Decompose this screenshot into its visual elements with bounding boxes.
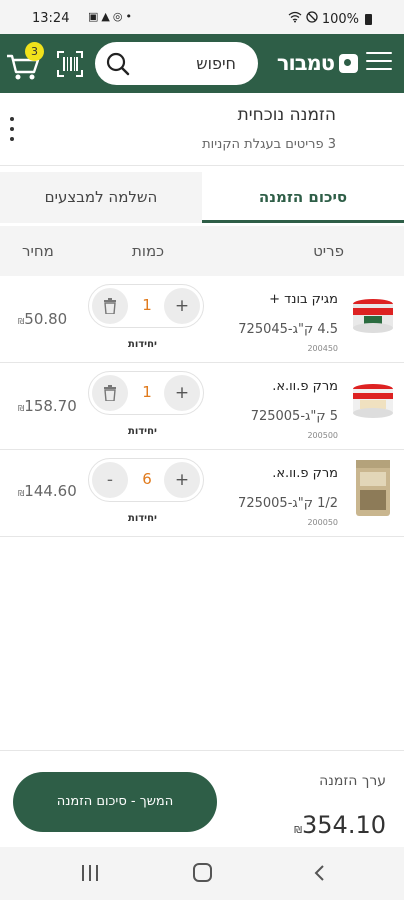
table-row: מרק פ.וו.א. 5 ק"ג-725005 200500 + 1 יחיד… bbox=[0, 363, 404, 450]
order-subtitle: 3 פריטים בעגלת הקניות bbox=[202, 137, 336, 152]
back-icon[interactable] bbox=[310, 863, 330, 883]
home-icon[interactable] bbox=[193, 863, 212, 882]
status-right: 100% bbox=[288, 11, 372, 27]
system-nav-bar bbox=[0, 847, 404, 900]
product-image[interactable] bbox=[350, 379, 396, 423]
table-header: פריט כמות מחיר bbox=[0, 226, 404, 276]
search-placeholder: חיפוש bbox=[196, 54, 236, 73]
table-row: מרק פ.וו.א. 1/2 ק"ג-725005 200050 + 6 - … bbox=[0, 450, 404, 537]
increase-button[interactable]: + bbox=[164, 375, 200, 411]
product-code: 200500 bbox=[307, 431, 338, 440]
column-header-price: מחיר bbox=[22, 242, 54, 260]
search-icon bbox=[106, 52, 130, 76]
quantity-stepper: + 1 bbox=[88, 284, 204, 328]
price-amount: 144.60 bbox=[24, 482, 77, 500]
status-time: 13:24 bbox=[32, 11, 70, 26]
logo[interactable]: טמבור bbox=[277, 51, 358, 75]
dnd-icon bbox=[306, 11, 318, 27]
table-row: מגיק בונד + 4.5 ק"ג-725045 200450 + 1 יח… bbox=[0, 276, 404, 363]
unit-label: יחידות bbox=[128, 426, 157, 437]
wifi-icon bbox=[288, 11, 302, 27]
price-value: ₪50.80 bbox=[18, 310, 67, 328]
quantity-value[interactable]: 6 bbox=[137, 470, 157, 488]
currency-symbol: ₪ bbox=[294, 825, 303, 836]
more-options-icon[interactable] bbox=[8, 117, 16, 143]
increase-button[interactable]: + bbox=[164, 288, 200, 324]
order-title: הזמנה נוכחית bbox=[237, 105, 336, 125]
price-value: ₪144.60 bbox=[18, 482, 77, 500]
product-name: מגיק בונד + bbox=[269, 292, 338, 307]
column-header-item: פריט bbox=[313, 242, 344, 260]
battery-icon bbox=[365, 13, 372, 25]
cart-count-badge: 3 bbox=[25, 42, 44, 61]
delete-button[interactable] bbox=[92, 375, 128, 411]
product-sku: 1/2 ק"ג-725005 bbox=[238, 496, 338, 511]
decrease-button[interactable]: - bbox=[92, 462, 128, 498]
increase-button[interactable]: + bbox=[164, 462, 200, 498]
quantity-stepper: + 1 bbox=[88, 371, 204, 415]
barcode-scan-icon[interactable] bbox=[56, 50, 84, 78]
quantity-stepper: + 6 - bbox=[88, 458, 204, 502]
trash-icon bbox=[104, 298, 116, 315]
price-amount: 50.80 bbox=[24, 310, 68, 328]
product-name: מרק פ.וו.א. bbox=[272, 379, 338, 394]
product-code: 200050 bbox=[307, 518, 338, 527]
order-info: הזמנה נוכחית 3 פריטים בעגלת הקניות bbox=[0, 93, 404, 166]
order-footer: ערך הזמנה ₪354.10 המשך - סיכום הזמנה bbox=[0, 750, 404, 847]
product-image[interactable] bbox=[350, 294, 396, 338]
status-bar: 13:24 ▣▲◎• 100% bbox=[0, 0, 404, 34]
price-amount: 158.70 bbox=[24, 397, 77, 415]
column-header-qty: כמות bbox=[132, 242, 165, 260]
total-amount: 354.10 bbox=[302, 811, 386, 839]
product-name: מרק פ.וו.א. bbox=[272, 466, 338, 481]
battery-percent: 100% bbox=[321, 11, 359, 27]
tabs: סיכום הזמנה השלמה למבצעים bbox=[0, 172, 404, 223]
order-total: ₪354.10 bbox=[294, 811, 386, 839]
app-header: טמבור חיפוש 3 bbox=[0, 34, 404, 93]
price-value: ₪158.70 bbox=[18, 397, 77, 415]
order-value-label: ערך הזמנה bbox=[319, 773, 386, 789]
product-sku: 5 ק"ג-725005 bbox=[250, 409, 338, 424]
quantity-value[interactable]: 1 bbox=[137, 296, 157, 314]
tab-promotions[interactable]: השלמה למבצעים bbox=[0, 172, 202, 223]
logo-mark-icon bbox=[339, 53, 358, 73]
continue-button[interactable]: המשך - סיכום הזמנה bbox=[13, 772, 217, 832]
delete-button[interactable] bbox=[92, 288, 128, 324]
tab-order-summary[interactable]: סיכום הזמנה bbox=[202, 172, 404, 223]
search-input[interactable]: חיפוש bbox=[95, 42, 258, 85]
product-code: 200450 bbox=[307, 344, 338, 353]
menu-icon[interactable] bbox=[366, 52, 392, 74]
unit-label: יחידות bbox=[128, 513, 157, 524]
product-sku: 4.5 ק"ג-725045 bbox=[238, 322, 338, 337]
logo-text: טמבור bbox=[276, 51, 335, 75]
quantity-value[interactable]: 1 bbox=[137, 383, 157, 401]
status-notification-icons: ▣▲◎• bbox=[88, 10, 135, 23]
trash-icon bbox=[104, 385, 116, 402]
product-image[interactable] bbox=[350, 458, 396, 518]
unit-label: יחידות bbox=[128, 339, 157, 350]
recent-apps-icon[interactable] bbox=[80, 865, 100, 881]
